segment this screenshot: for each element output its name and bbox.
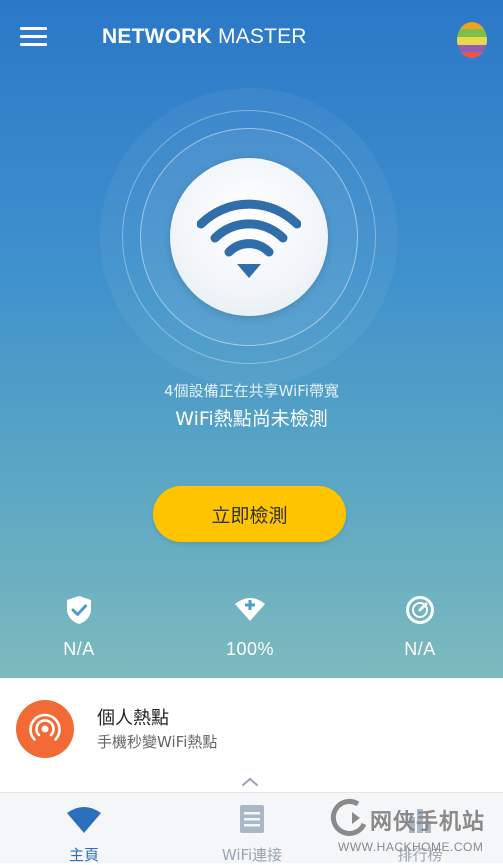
stat-speed-value: N/A [404,639,436,659]
wifi-plus-icon [235,595,265,625]
app-title: NETWORK MASTER [102,25,307,49]
stat-signal-value: 100% [225,639,275,659]
app-title-light: MASTER [217,25,307,48]
nav-tab-wifi-connect[interactable]: WiFi連接 [168,793,336,864]
hero-panel: NETWORK MASTER 4個設備正在共享WiFi帶寬 WiFi熱點尚未檢測… [0,0,503,678]
chevron-up-icon[interactable] [241,772,259,786]
personal-hotspot-item[interactable]: 個人熱點 手機秒變WiFi熱點 [0,678,503,770]
wifi-scan-button[interactable] [170,158,328,316]
hotspot-status-text: WiFi熱點尚未檢測 [175,408,328,430]
devices-sharing-text: 4個設備正在共享WiFi帶寬 [164,382,339,400]
hotspot-title: 個人熱點 [97,708,169,729]
ranking-icon [403,805,437,833]
bottom-nav: 主頁 WiFi連接 排行榜 [0,792,503,864]
hamburger-icon[interactable] [20,27,47,47]
detect-now-button[interactable]: 立即檢測 [153,486,346,542]
nav-tab-home[interactable]: 主頁 [0,793,168,864]
stat-security: N/A [19,595,139,660]
speedometer-icon [405,595,435,625]
wifi-icon [197,199,301,278]
list-icon [235,805,269,833]
stat-security-value: N/A [63,639,95,659]
app-title-bold: NETWORK [102,25,212,48]
wifi-icon [67,805,101,833]
easter-egg-icon[interactable] [455,19,489,59]
stat-speed: N/A [360,595,480,660]
stat-signal: 100% [190,595,310,660]
nav-tab-ranking[interactable]: 排行榜 [336,793,503,864]
shield-check-icon [64,595,94,625]
hotspot-icon [16,700,74,758]
hotspot-subtitle: 手機秒變WiFi熱點 [97,733,218,751]
